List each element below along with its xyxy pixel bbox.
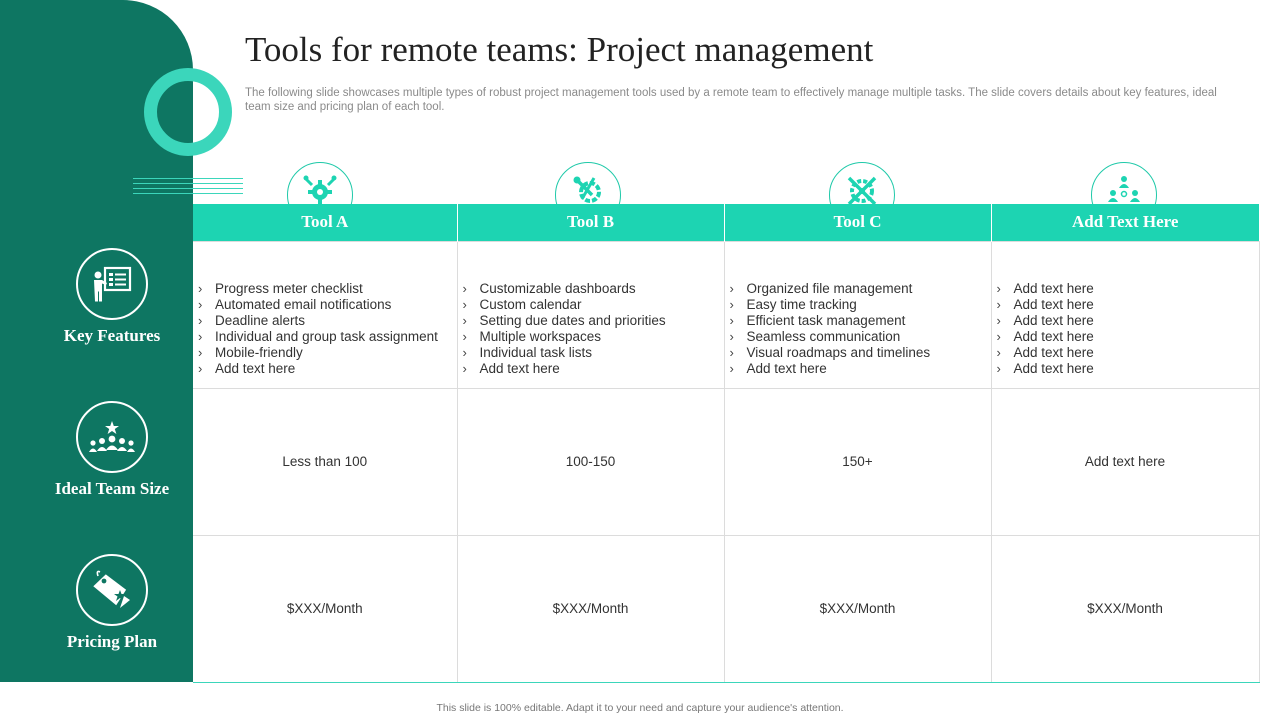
feature-list: Organized file management Easy time trac… xyxy=(725,281,991,377)
team-size-cell-tool-c: 150+ xyxy=(723,387,992,536)
list-item: Add text here xyxy=(997,329,1259,345)
list-item: Add text here xyxy=(463,361,724,377)
list-item: Add text here xyxy=(997,281,1259,297)
list-item: Add text here xyxy=(730,361,991,377)
list-item: Efficient task management xyxy=(730,313,991,329)
list-item: Easy time tracking xyxy=(730,297,991,313)
list-item: Add text here xyxy=(997,345,1259,361)
list-item: Seamless communication xyxy=(730,329,991,345)
row-label-pricing-plan: Pricing Plan xyxy=(0,554,224,652)
list-item: Customizable dashboards xyxy=(463,281,724,297)
list-item: Individual task lists xyxy=(463,345,724,361)
team-size-cell-tool-b: 100-150 xyxy=(456,387,725,536)
list-item: Visual roadmaps and timelines xyxy=(730,345,991,361)
list-item: Setting due dates and priorities xyxy=(463,313,724,329)
list-item: Deadline alerts xyxy=(198,313,457,329)
table-row-key-features: Progress meter checklist Automated email… xyxy=(193,240,1260,389)
price-tag-icon xyxy=(76,554,148,626)
feature-list: Progress meter checklist Automated email… xyxy=(193,281,457,377)
team-star-icon xyxy=(76,401,148,473)
pricing-cell-tool-a: $XXX/Month xyxy=(193,534,458,683)
decorative-ring xyxy=(144,68,232,156)
row-label-key-features: Key Features xyxy=(0,248,224,346)
list-item: Individual and group task assignment xyxy=(198,329,457,345)
column-header-tool-b: Tool B xyxy=(457,204,725,241)
row-label-ideal-team-size: Ideal Team Size xyxy=(0,401,224,499)
list-item: Mobile-friendly xyxy=(198,345,457,361)
table-row-pricing: $XXX/Month $XXX/Month $XXX/Month $XXX/Mo… xyxy=(193,534,1260,683)
page-subtitle: The following slide showcases multiple t… xyxy=(245,87,1217,113)
list-item: Add text here xyxy=(997,361,1259,377)
page-title: Tools for remote teams: Project manageme… xyxy=(245,30,874,69)
pricing-cell-tool-b: $XXX/Month xyxy=(456,534,725,683)
feature-cell-add-text: Add text here Add text here Add text her… xyxy=(990,240,1260,389)
list-item: Organized file management xyxy=(730,281,991,297)
feature-list: Add text here Add text here Add text her… xyxy=(992,281,1259,377)
row-title-pricing-plan: Pricing Plan xyxy=(66,632,158,651)
table-header-row: Tool A Tool B Tool C Add Text Here xyxy=(193,204,1259,241)
row-title-ideal-team-size: Ideal Team Size xyxy=(54,479,170,498)
list-item: Automated email notifications xyxy=(198,297,457,313)
feature-list: Customizable dashboards Custom calendar … xyxy=(458,281,724,377)
list-item: Add text here xyxy=(997,297,1259,313)
list-item: Custom calendar xyxy=(463,297,724,313)
column-header-add-text: Add Text Here xyxy=(991,204,1259,241)
feature-cell-tool-a: Progress meter checklist Automated email… xyxy=(193,240,458,389)
presentation-board-icon xyxy=(76,248,148,320)
footer-note: This slide is 100% editable. Adapt it to… xyxy=(436,702,844,714)
list-item: Progress meter checklist xyxy=(198,281,457,297)
team-size-cell-add-text: Add text here xyxy=(990,387,1260,536)
column-header-tool-a: Tool A xyxy=(193,204,458,241)
feature-cell-tool-b: Customizable dashboards Custom calendar … xyxy=(456,240,725,389)
pricing-cell-add-text: $XXX/Month xyxy=(990,534,1260,683)
team-size-cell-tool-a: Less than 100 xyxy=(193,387,458,536)
list-item: Add text here xyxy=(198,361,457,377)
column-header-tool-c: Tool C xyxy=(724,204,992,241)
row-title-key-features: Key Features xyxy=(63,326,161,345)
decorative-lines xyxy=(133,178,243,198)
list-item: Multiple workspaces xyxy=(463,329,724,345)
table-row-team-size: Less than 100 100-150 150+ Add text here xyxy=(193,387,1260,536)
list-item: Add text here xyxy=(997,313,1259,329)
pricing-cell-tool-c: $XXX/Month xyxy=(723,534,992,683)
comparison-table: Tool A Tool B Tool C Add Text Here Progr… xyxy=(193,204,1260,683)
feature-cell-tool-c: Organized file management Easy time trac… xyxy=(723,240,992,389)
